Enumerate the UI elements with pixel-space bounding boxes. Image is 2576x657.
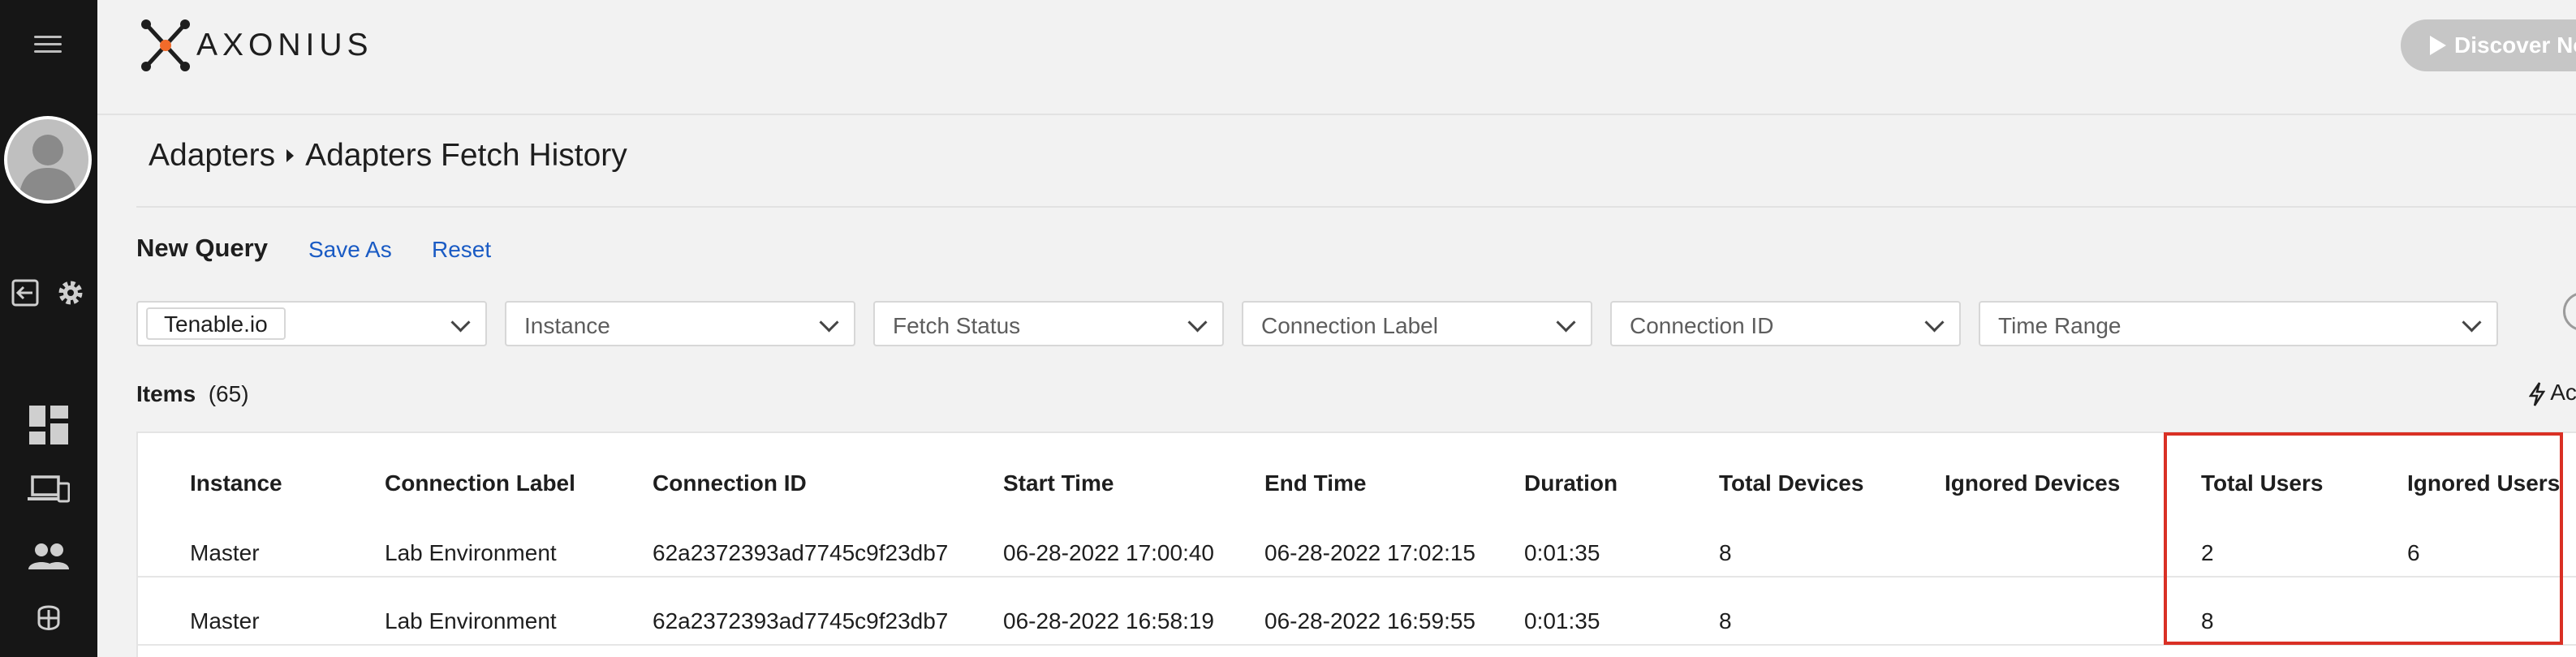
breadcrumb-chevron-icon — [286, 149, 295, 162]
breadcrumb: Adapters Adapters Fetch History — [149, 138, 627, 174]
column-header[interactable]: Ignored Users — [2407, 470, 2560, 496]
sidebar — [0, 0, 97, 657]
search-icon[interactable] — [2563, 292, 2576, 331]
column-header[interactable]: Connection Label — [385, 470, 575, 496]
actions-label: Ac — [2550, 380, 2576, 405]
column-header[interactable]: End Time — [1264, 470, 1367, 496]
cell-start-time: 06-28-2022 17:00:40 — [1003, 540, 1214, 565]
page-title: Adapters Fetch History — [305, 138, 627, 173]
column-header[interactable]: Instance — [190, 470, 282, 496]
items-label: Items — [136, 381, 196, 406]
cell-end-time: 06-28-2022 16:59:55 — [1264, 608, 1475, 633]
chevron-down-icon — [2462, 312, 2482, 333]
logout-icon[interactable] — [11, 279, 39, 307]
cell-instance: Master — [190, 540, 260, 565]
items-total: (65) — [208, 381, 249, 406]
dashboard-icon[interactable] — [29, 406, 68, 444]
column-header[interactable]: Total Devices — [1719, 470, 1863, 496]
cell-connection-id: 62a2372393ad7745c9f23db7 — [653, 608, 949, 633]
brand-name: AXONIUS — [196, 28, 373, 62]
connection-id-filter-label: Connection ID — [1630, 313, 1774, 338]
devices-icon[interactable] — [28, 475, 70, 505]
lightning-icon — [2528, 381, 2546, 406]
fetch-status-filter-label: Fetch Status — [893, 313, 1021, 338]
adapter-filter[interactable]: Tenable.io — [136, 301, 487, 346]
vulnerabilities-icon[interactable] — [34, 603, 63, 634]
breadcrumb-adapters[interactable]: Adapters — [149, 138, 275, 174]
row-divider — [138, 576, 2576, 578]
adapter-chip[interactable]: Tenable.io — [146, 307, 286, 340]
items-count: Items (65) — [136, 381, 249, 407]
axonius-logo[interactable]: AXONIUS — [140, 18, 373, 73]
cell-total-devices: 8 — [1719, 540, 1732, 565]
column-header[interactable]: Duration — [1524, 470, 1618, 496]
cell-connection-label: Lab Environment — [385, 608, 557, 633]
users-icon[interactable] — [28, 542, 70, 571]
top-bar — [97, 0, 2576, 115]
chevron-down-icon — [450, 312, 471, 333]
save-as-link[interactable]: Save As — [308, 237, 392, 263]
logo-mark-icon — [141, 19, 190, 71]
discover-now-button[interactable]: Discover Now — [2401, 19, 2576, 71]
time-range-filter-label: Time Range — [1998, 313, 2122, 338]
connection-id-filter[interactable]: Connection ID — [1610, 301, 1961, 346]
column-header[interactable]: Total Users — [2201, 470, 2323, 496]
chevron-down-icon — [819, 312, 839, 333]
divider — [136, 206, 2576, 208]
gear-icon[interactable] — [55, 277, 86, 308]
cell-duration: 0:01:35 — [1524, 608, 1600, 633]
reset-link[interactable]: Reset — [432, 237, 491, 263]
cell-instance: Master — [190, 608, 260, 633]
discover-now-label: Discover Now — [2454, 32, 2576, 58]
menu-icon[interactable] — [34, 36, 62, 54]
row-divider — [138, 644, 2576, 646]
fetch-status-filter[interactable]: Fetch Status — [873, 301, 1224, 346]
column-header[interactable]: Connection ID — [653, 470, 807, 496]
cell-connection-label: Lab Environment — [385, 540, 557, 565]
cell-ignored-users: 6 — [2407, 540, 2420, 565]
cell-total-users: 2 — [2201, 540, 2214, 565]
fetch-history-table: Instance Connection Label Connection ID … — [136, 432, 2576, 657]
instance-filter-label: Instance — [524, 313, 610, 338]
column-header[interactable]: Ignored Devices — [1945, 470, 2120, 496]
time-range-filter[interactable]: Time Range — [1979, 301, 2498, 346]
chevron-down-icon — [1556, 312, 1576, 333]
cell-connection-id: 62a2372393ad7745c9f23db7 — [653, 540, 949, 565]
chevron-down-icon — [1187, 312, 1208, 333]
cell-total-users: 8 — [2201, 608, 2214, 633]
cell-duration: 0:01:35 — [1524, 540, 1600, 565]
instance-filter[interactable]: Instance — [505, 301, 855, 346]
avatar[interactable] — [4, 116, 92, 204]
query-title: New Query — [136, 234, 268, 262]
cell-end-time: 06-28-2022 17:02:15 — [1264, 540, 1475, 565]
cell-total-devices: 8 — [1719, 608, 1732, 633]
actions-button[interactable]: Ac — [2528, 380, 2576, 406]
connection-label-filter[interactable]: Connection Label — [1242, 301, 1592, 346]
cell-start-time: 06-28-2022 16:58:19 — [1003, 608, 1214, 633]
column-header[interactable]: Start Time — [1003, 470, 1114, 496]
chevron-down-icon — [1924, 312, 1945, 333]
play-icon — [2430, 36, 2446, 55]
connection-label-filter-label: Connection Label — [1261, 313, 1438, 338]
